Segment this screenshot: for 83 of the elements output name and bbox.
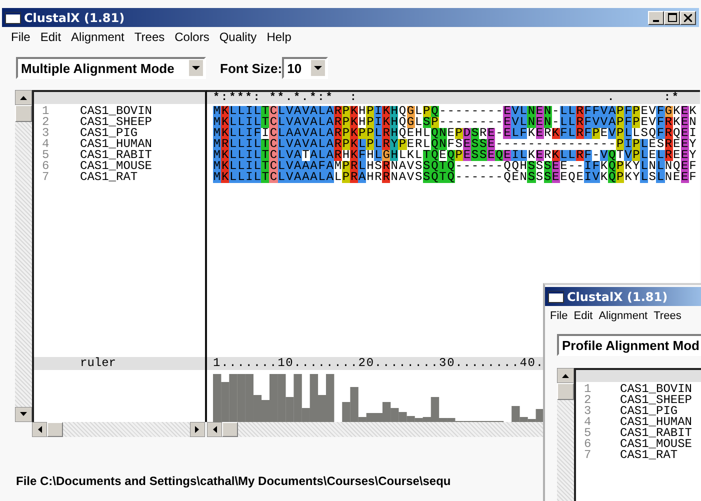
sequence-name[interactable]: CAS1_HUMAN [606,417,692,428]
sequence-name[interactable]: CAS1_RAT [68,172,138,183]
vertical-scrollbar[interactable] [557,368,574,501]
mode-dropdown[interactable]: Profile Alignment Mod [557,334,701,356]
sequence-name[interactable]: CAS1_PIG [606,406,678,417]
sequence-row-text: MKLLIFICLAAVALARPKPPLRHQEHLQNEPDSRE-ELFKERKFLRFPEVPLLSQFRQEI [212,128,698,139]
font-size-dropdown[interactable]: 10 [282,57,328,79]
vertical-scrollbar[interactable] [15,90,32,422]
status-text: File C:\Documents and Settings\cathal\My Documents\Courses\Course\sequ [15,474,452,488]
sequence-name[interactable]: CAS1_MOUSE [68,161,152,172]
row-number: 3 [41,128,50,139]
minimize-icon [653,20,659,22]
sequence-name[interactable]: CAS1_SHEEP [606,395,692,406]
sequence-row-text: MKLLILTCLVAVALARPKHPIKHQGLSP--------EVLNEN-LLRFVVAPFPEVFRKEN [212,117,698,128]
sequence-name[interactable]: CAS1_BOVIN [68,106,152,117]
menu-item[interactable]: Alignment [66,30,130,44]
sequence-name[interactable]: CAS1_RABIT [606,428,692,439]
row-number: 6 [583,439,592,450]
mode-dropdown[interactable]: Multiple Alignment Mode [16,57,206,79]
scroll-thumb[interactable] [557,383,574,400]
row-number: 3 [583,406,592,417]
row-number: 5 [583,428,592,439]
scroll-up-icon[interactable] [15,90,32,105]
scroll-thumb[interactable] [222,422,238,437]
row-number: 7 [583,450,592,461]
window-icon [5,12,21,24]
row-number: 4 [583,417,592,428]
scroll-up-icon[interactable] [557,368,574,383]
window-icon [548,290,564,302]
menu-item[interactable]: Trees [650,310,684,322]
horizontal-scrollbar[interactable] [32,422,205,437]
ruler: 1.......10........20........30........40. [212,356,544,370]
row-number: 1 [583,384,592,395]
sequence-name[interactable]: CAS1_SHEEP [68,117,152,128]
menu-item[interactable]: Help [262,30,296,44]
font-size-label: Font Size: [220,60,282,76]
sequence-name[interactable]: CAS1_PIG [68,128,138,139]
scroll-down-icon[interactable] [15,407,32,422]
row-number: 1 [41,106,50,117]
sequence-row-text: MKLLILTCLVAVALARPKHPIKHQGLPQ--------EVLNEN-LLRFFVAPFPEVFGKEK [212,106,698,117]
sequence-name[interactable]: CAS1_RABIT [68,150,152,161]
sequence-name[interactable]: CAS1_RAT [606,450,678,461]
close-icon [684,14,692,22]
menu-item[interactable]: Trees [129,30,170,44]
scroll-left-icon[interactable] [32,422,47,437]
histogram-bar [221,382,230,422]
menu-item[interactable]: Alignment [596,310,651,322]
histogram-bar [237,374,246,422]
sequence-row-text: MRLLILTCLVAVALARPKLPLRYPERLQNFSESSE---------------PIPLESREEY [212,139,698,150]
maximize-icon [668,13,676,22]
sequence-row-text: MKLLILTCLVAAAFAMPRLHSRNAVSSQTQ------QQHSSSEE--IFKQPKYLNLNQEF [212,161,698,172]
scroll-left-icon[interactable] [207,422,222,437]
histogram-bar [390,408,399,422]
histogram-bar [229,374,238,422]
menu-item[interactable]: File [6,30,36,44]
sequence-name[interactable]: CAS1_HUMAN [68,139,152,150]
row-number: 2 [41,117,50,128]
maximize-button[interactable] [664,10,680,24]
sequence-name[interactable]: CAS1_BOVIN [606,384,692,395]
menu-item[interactable]: Edit [35,30,66,44]
ruler-label: ruler [79,356,116,370]
window-title: ClustalX (1.81) [567,290,668,304]
scroll-thumb[interactable] [15,105,32,122]
menu-item[interactable]: Edit [570,310,596,322]
row-number: 2 [583,395,592,406]
scroll-right-icon[interactable] [190,422,205,437]
conservation-line: *:***: **.*.*:* : . :* [212,92,681,104]
menu-item[interactable]: File [547,310,571,322]
menu-item[interactable]: Quality [214,30,262,44]
horizontal-scrollbar[interactable] [207,422,543,437]
close-button[interactable] [680,10,696,24]
sequence-row-text: MKLLILTCLVATALARHKFHLGHLKLTQEQPESSEQEILKERKLLRF-VQTVPLELREEY [212,150,698,161]
histogram-bar [213,374,222,422]
scroll-thumb[interactable] [47,422,63,437]
row-number: 4 [41,139,50,150]
menu-item[interactable]: Colors [170,30,214,44]
sequence-name[interactable]: CAS1_MOUSE [606,439,692,450]
window-title: ClustalX (1.81) [24,10,125,24]
sequence-row-text: MKLLILTCLVAAALALPRAHRRNAVSSQTQ------QENSSSEEQEIVKQPKYLSLNEEF [212,172,698,183]
row-number: 5 [41,150,50,161]
minimize-button[interactable] [648,10,664,24]
row-number: 7 [41,172,50,183]
row-number: 6 [41,161,50,172]
